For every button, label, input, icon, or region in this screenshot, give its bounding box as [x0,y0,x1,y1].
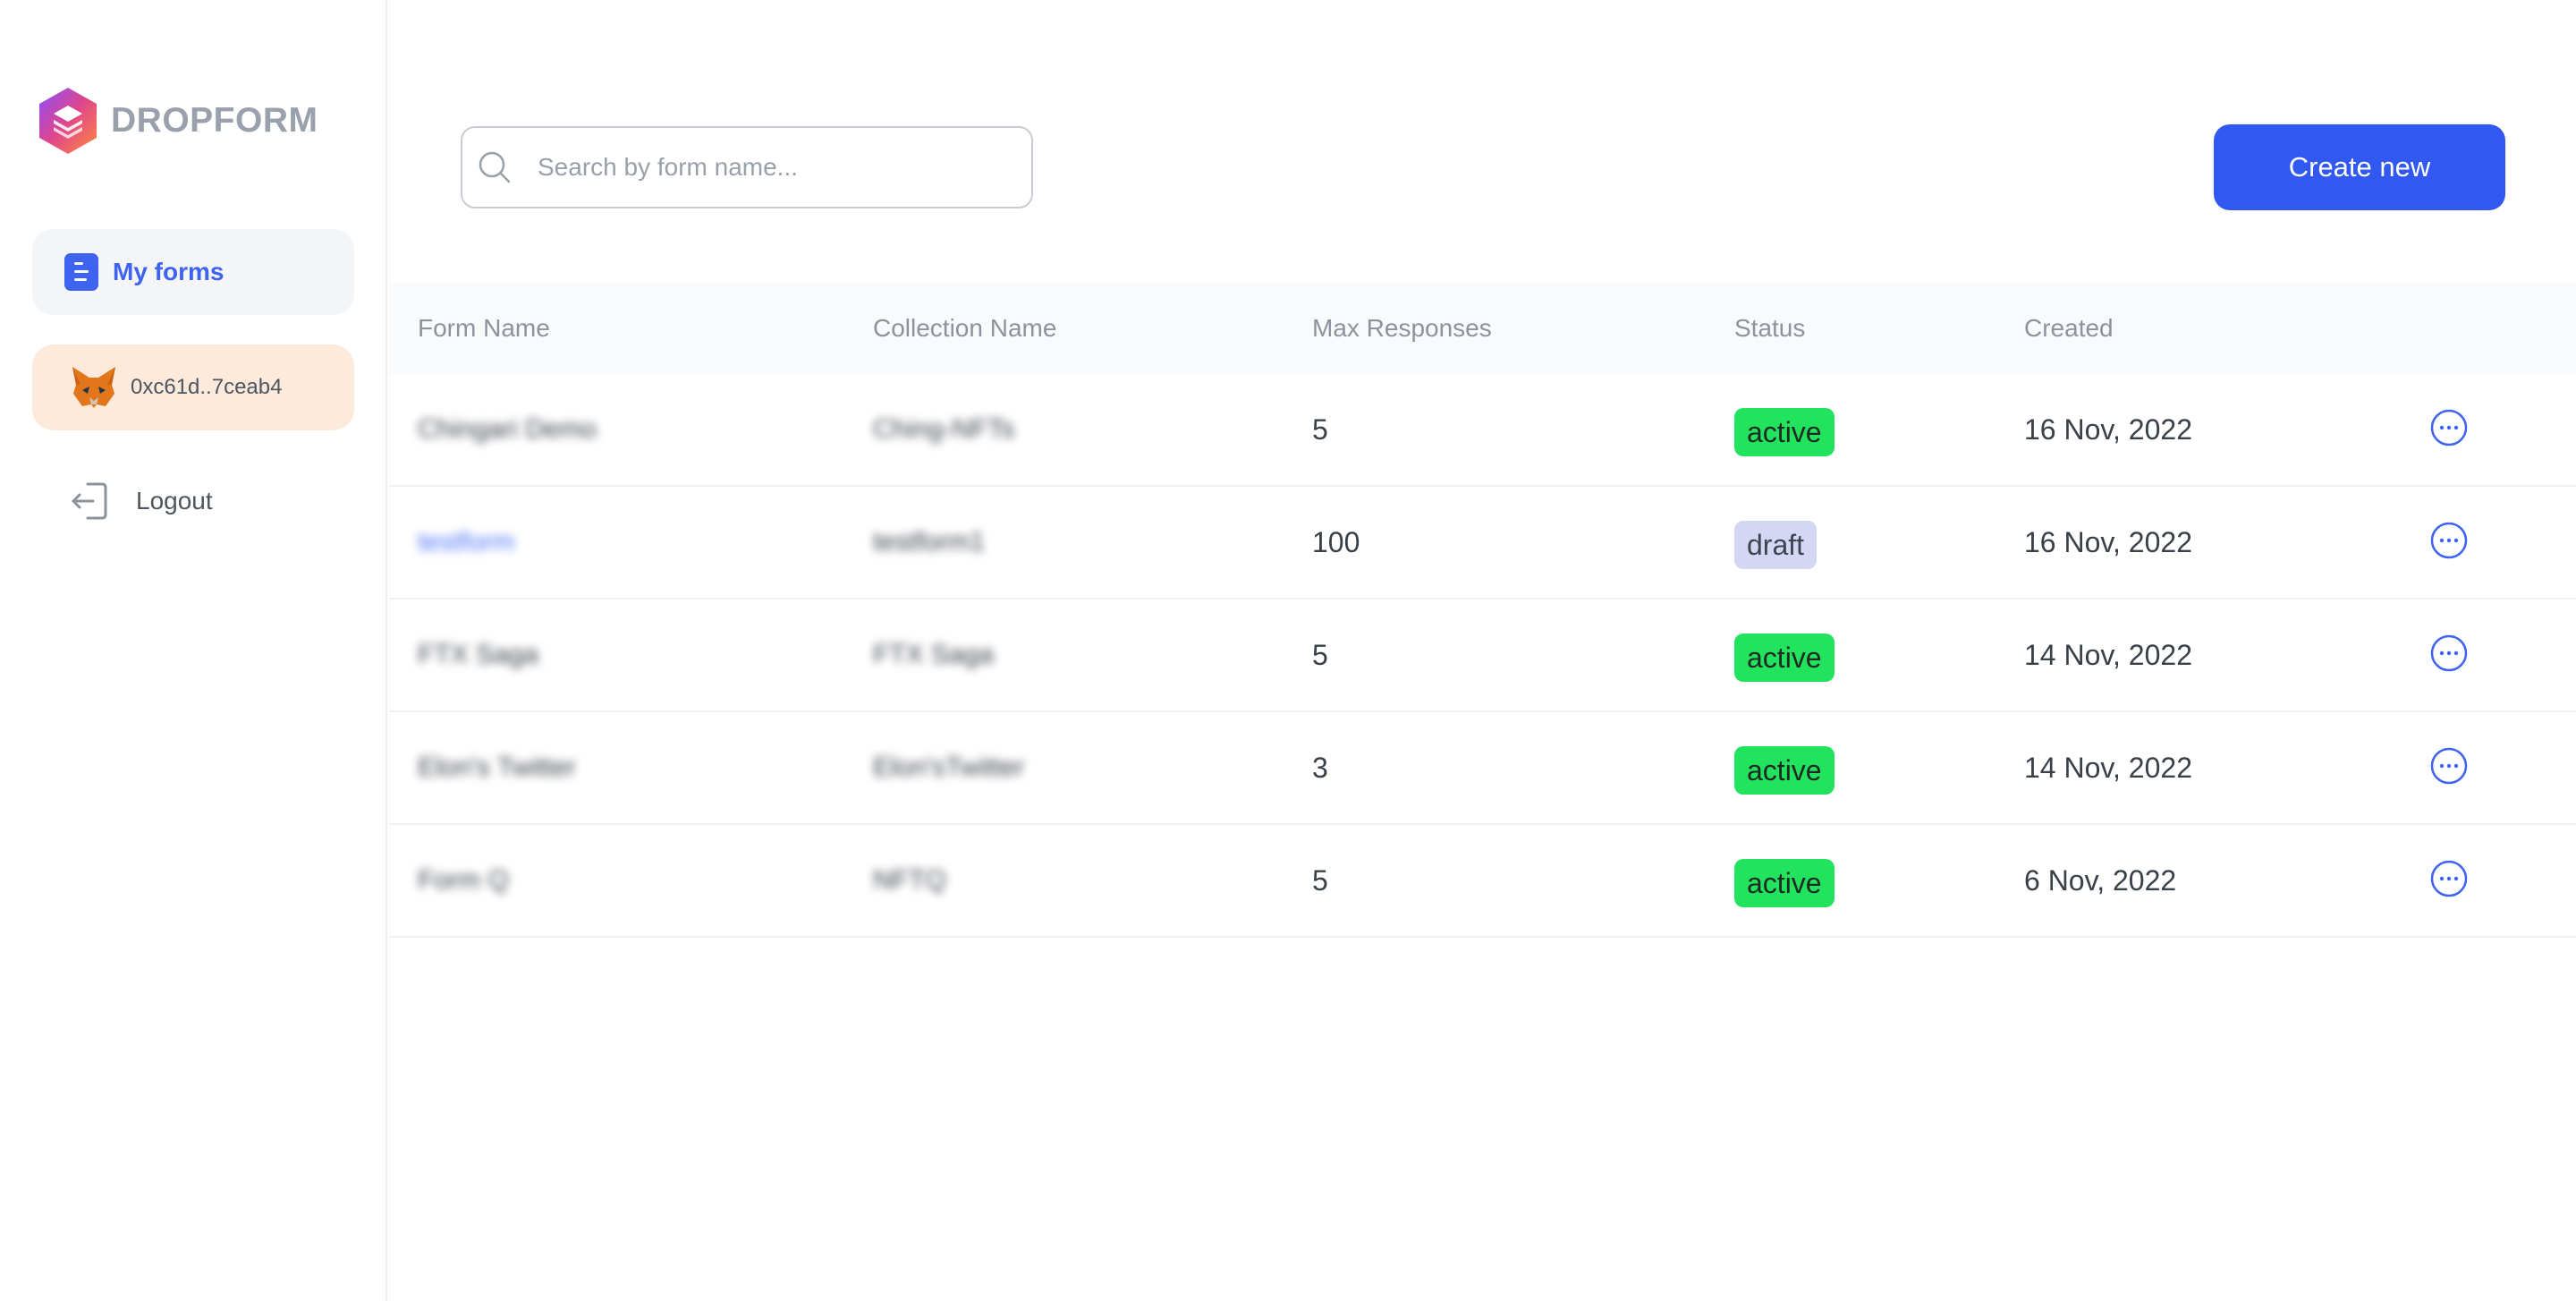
forms-table: Form Name Collection Name Max Responses … [389,283,2576,938]
more-options-icon [2430,522,2468,559]
collection-name: FTX Saga [873,640,995,669]
max-responses: 3 [1312,752,1328,784]
form-name[interactable]: Chingari Demo [418,374,597,485]
wallet-address: 0xc61d..7ceab4 [131,375,283,399]
more-options-icon [2430,860,2468,897]
more-options-button[interactable] [2429,633,2469,673]
create-new-button[interactable]: Create new [2214,124,2505,210]
status-badge: active [1734,633,1835,682]
more-options-icon [2430,634,2468,672]
column-header-status: Status [1734,314,1806,342]
max-responses: 5 [1312,413,1328,446]
logout-icon [72,482,107,520]
status-badge: active [1734,408,1835,456]
brand[interactable]: DROPFORM [36,86,318,156]
more-options-button[interactable] [2429,746,2469,786]
sidebar-item-my-forms[interactable]: My forms [32,229,354,315]
more-options-button[interactable] [2429,859,2469,898]
form-name[interactable]: Elon's Twitter [418,712,576,823]
table-row[interactable]: testform testform1 100 draft 16 Nov, 202… [389,487,2576,599]
table-header: Form Name Collection Name Max Responses … [389,283,2576,374]
table-row[interactable]: Form Q NFTQ 5 active 6 Nov, 2022 [389,825,2576,938]
max-responses: 5 [1312,639,1328,671]
status-badge: active [1734,746,1835,795]
collection-name: Elon'sTwitter [873,753,1025,782]
form-name[interactable]: testform [418,487,514,598]
created-date: 16 Nov, 2022 [2024,526,2192,558]
sidebar-item-label: Logout [136,487,213,514]
metamask-fox-icon [72,367,115,408]
sidebar-item-label: My forms [113,258,225,285]
dropform-logo-icon [39,88,97,154]
sidebar: DROPFORM My forms 0xc61d..7ceab4 Logout [0,0,387,1301]
more-options-button[interactable] [2429,521,2469,560]
table-row[interactable]: FTX Saga FTX Saga 5 active 14 Nov, 2022 [389,599,2576,712]
created-date: 14 Nov, 2022 [2024,639,2192,671]
column-header-collection-name: Collection Name [873,314,1057,342]
collection-name: NFTQ [873,865,946,895]
table-row[interactable]: Chingari Demo Ching-NFTs 5 active 16 Nov… [389,374,2576,487]
search-icon [479,151,511,183]
column-header-form-name: Form Name [418,314,550,342]
more-options-icon [2430,409,2468,446]
document-icon [64,253,98,291]
column-header-max-responses: Max Responses [1312,314,1492,342]
form-name[interactable]: Form Q [418,825,509,936]
created-date: 6 Nov, 2022 [2024,864,2177,897]
status-badge: active [1734,859,1835,907]
more-options-icon [2430,747,2468,785]
max-responses: 5 [1312,864,1328,897]
search-box[interactable] [461,126,1033,208]
max-responses: 100 [1312,526,1360,558]
form-name[interactable]: FTX Saga [418,599,538,710]
brand-name: DROPFORM [111,101,318,140]
created-date: 16 Nov, 2022 [2024,413,2192,446]
sidebar-item-wallet[interactable]: 0xc61d..7ceab4 [32,344,354,430]
search-input[interactable] [536,152,1004,183]
more-options-button[interactable] [2429,408,2469,447]
sidebar-item-logout[interactable]: Logout [32,458,354,544]
status-badge: draft [1734,521,1818,569]
collection-name: Ching-NFTs [873,414,1015,444]
table-row[interactable]: Elon's Twitter Elon'sTwitter 3 active 14… [389,712,2576,825]
column-header-created: Created [2024,314,2114,342]
collection-name: testform1 [873,527,986,557]
created-date: 14 Nov, 2022 [2024,752,2192,784]
